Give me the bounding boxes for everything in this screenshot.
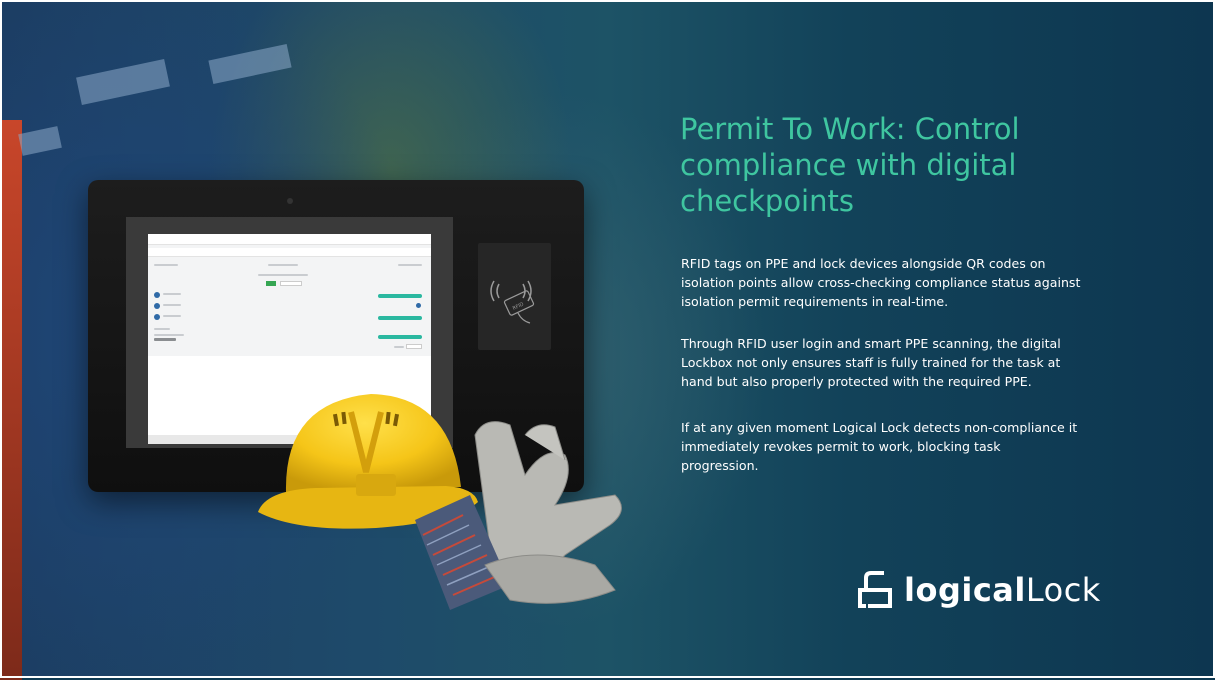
paragraph-non-compliance: If at any given moment Logical Lock dete… — [681, 420, 1078, 473]
work-gloves-image — [415, 421, 622, 610]
screen-white-button — [280, 281, 302, 286]
camera-icon — [287, 198, 293, 204]
screen-text — [398, 264, 422, 266]
screen-status-dot — [416, 303, 421, 308]
screen-text — [154, 328, 170, 330]
paragraph-rfid-login: Through RFID user login and smart PPE sc… — [681, 336, 1061, 389]
screen-avatar — [154, 303, 160, 309]
screen-text — [163, 315, 181, 317]
screen-text — [154, 334, 184, 336]
screen-text — [163, 304, 181, 306]
logo-text-light: Lock — [1025, 571, 1101, 609]
vest-orange-stripe — [0, 120, 22, 680]
screen-text — [268, 264, 298, 266]
screen-text — [154, 338, 176, 341]
screen-text — [394, 346, 404, 348]
screen-text — [154, 264, 178, 266]
logo-mark-icon — [858, 571, 892, 608]
rfid-wave-icon: RFID — [490, 280, 535, 324]
screen-status-pill — [378, 335, 422, 339]
screen-text — [163, 293, 181, 295]
page-title: Permit To Work: Control compliance with … — [680, 112, 1020, 218]
screen-avatar — [154, 314, 160, 320]
logicallock-logo: logicalLock — [858, 565, 1101, 615]
screen-status-pill — [378, 294, 422, 298]
screen-text — [258, 274, 308, 276]
screen-subheader — [148, 248, 431, 257]
logo-text: logicalLock — [904, 571, 1101, 609]
screen-white-button — [406, 344, 422, 349]
rfid-reader: RFID — [478, 243, 551, 350]
screen-status-pill — [378, 316, 422, 320]
screen-header — [148, 234, 431, 245]
paragraph-rfid-tags: RFID tags on PPE and lock devices alongs… — [681, 256, 1081, 309]
logo-text-bold: logical — [904, 571, 1026, 609]
screen-avatar — [154, 292, 160, 298]
screen-green-button — [266, 281, 276, 286]
